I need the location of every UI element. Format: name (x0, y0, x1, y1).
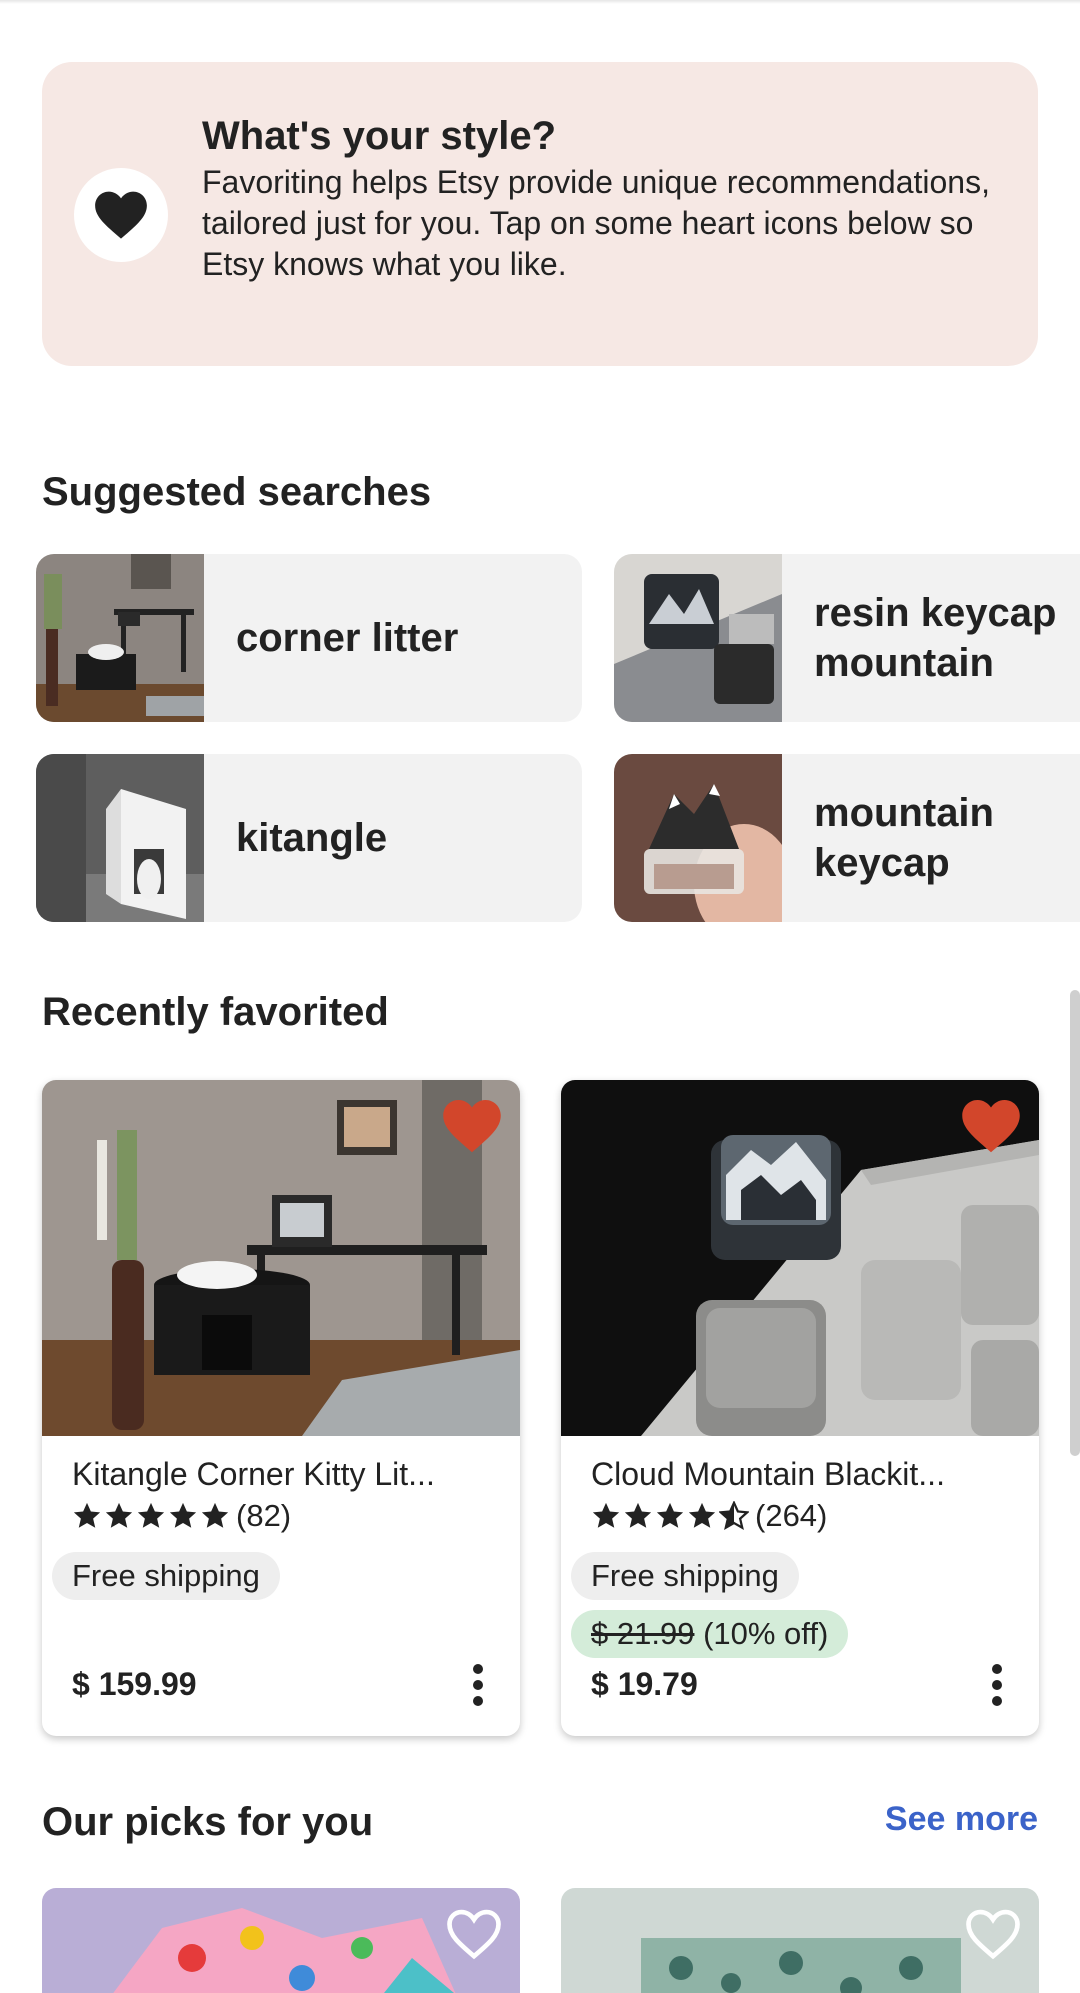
product-price: $ 159.99 (72, 1666, 197, 1702)
product-title: Kitangle Corner Kitty Lit... (72, 1456, 435, 1492)
scrollbar[interactable] (1070, 990, 1080, 1456)
product-card-kitangle[interactable]: Kitangle Corner Kitty Lit... (82) Free s… (42, 1080, 520, 1736)
style-prompt-title: What's your style? (202, 114, 557, 158)
suggested-search-resin-keycap-mountain[interactable]: resin keycap mountain (614, 554, 1080, 722)
suggested-search-label: mountain keycap (814, 791, 994, 885)
review-count: (264) (755, 1498, 828, 1533)
heart-icon (95, 191, 147, 239)
discount-badge: $ 21.99 (10% off) (571, 1610, 849, 1658)
favorite-outline-heart-icon[interactable] (965, 1908, 1021, 1960)
our-picks-title: Our picks for you (42, 1800, 374, 1844)
suggested-searches-title: Suggested searches (42, 470, 432, 514)
see-more-link[interactable]: See more (885, 1800, 1038, 1839)
star-icon (656, 1502, 684, 1528)
star-icon (105, 1502, 133, 1528)
star-icon (169, 1502, 197, 1528)
suggested-search-label: corner litter (236, 616, 459, 660)
product-title: Cloud Mountain Blackit... (591, 1456, 945, 1492)
favorite-heart-icon[interactable] (442, 1098, 502, 1154)
star-rating (591, 1501, 749, 1531)
product-image[interactable] (42, 1080, 520, 1436)
product-card-cloud-mountain[interactable]: Cloud Mountain Blackit... (264) Free shi… (561, 1080, 1039, 1736)
top-shadow (0, 0, 1080, 4)
product-image[interactable] (561, 1080, 1039, 1436)
heart-icon-circle (74, 168, 168, 262)
suggested-search-label: resin keycap mountain (814, 591, 1057, 685)
discount-percent: (10% off) (703, 1616, 829, 1651)
style-prompt-banner: What's your style? Favoriting helps Etsy… (42, 62, 1038, 366)
resin-keycap-thumbnail (614, 554, 782, 722)
suggested-search-mountain-keycap[interactable]: mountain keycap (614, 754, 1080, 922)
star-icon (73, 1502, 101, 1528)
free-shipping-badge: Free shipping (52, 1552, 280, 1600)
more-options-icon[interactable] (466, 1660, 490, 1710)
product-price: $ 19.79 (591, 1666, 698, 1702)
star-icon (592, 1502, 620, 1528)
rating-row: (82) (72, 1498, 291, 1534)
kitangle-thumbnail (36, 754, 204, 922)
suggested-search-kitangle[interactable]: kitangle (36, 754, 582, 922)
style-prompt-body: Favoriting helps Etsy provide unique rec… (202, 164, 990, 282)
suggested-search-corner-litter[interactable]: corner litter (36, 554, 582, 722)
recently-favorited-title: Recently favorited (42, 990, 389, 1034)
star-icon (688, 1502, 716, 1528)
favorite-outline-heart-icon[interactable] (446, 1908, 502, 1960)
pick-card-1[interactable] (42, 1888, 520, 1993)
favorite-heart-icon[interactable] (961, 1098, 1021, 1154)
star-icon (201, 1502, 229, 1528)
star-icon (624, 1502, 652, 1528)
corner-litter-thumbnail (36, 554, 204, 722)
star-icon (137, 1502, 165, 1528)
review-count: (82) (236, 1498, 292, 1533)
more-options-icon[interactable] (985, 1660, 1009, 1710)
suggested-search-label: kitangle (236, 816, 388, 860)
half-star-icon (719, 1501, 749, 1531)
free-shipping-badge: Free shipping (571, 1552, 799, 1600)
star-rating (72, 1501, 230, 1531)
pick-card-2[interactable] (561, 1888, 1039, 1993)
mountain-keycap-thumbnail (614, 754, 782, 922)
original-price: $ 21.99 (591, 1616, 695, 1651)
rating-row: (264) (591, 1498, 827, 1534)
